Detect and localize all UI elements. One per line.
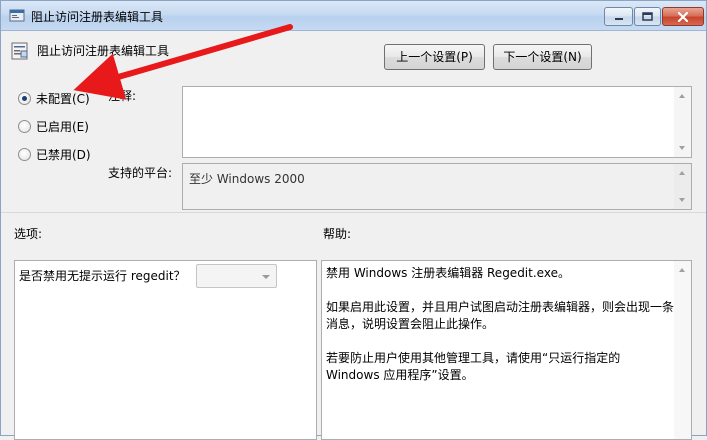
radio-label-not-configured: 未配置(C): [36, 91, 90, 106]
radio-disabled[interactable]: 已禁用(D): [18, 146, 91, 162]
help-label: 帮助:: [323, 227, 352, 241]
next-setting-button[interactable]: 下一个设置(N): [493, 44, 592, 70]
previous-setting-button[interactable]: 上一个设置(P): [384, 44, 485, 70]
radio-enabled[interactable]: 已启用(E): [18, 118, 89, 134]
scroll-up-icon[interactable]: [679, 94, 685, 98]
maximize-icon: [642, 12, 653, 21]
disable-silent-regedit-dropdown[interactable]: [196, 264, 277, 288]
divider: [1, 212, 706, 213]
platform-field: 至少 Windows 2000: [182, 163, 692, 210]
comment-textarea[interactable]: [182, 86, 692, 158]
help-panel: 禁用 Windows 注册表编辑器 Regedit.exe。 如果启用此设置，并…: [321, 260, 692, 440]
radio-button-checked[interactable]: [18, 91, 31, 105]
policy-app-icon: [9, 9, 25, 22]
policy-window: 阻止访问注册表编辑工具 阻止访问注册表编辑工具 上一个设置(P) 下一个设置(N…: [0, 0, 707, 440]
policy-setting-icon: [11, 42, 28, 60]
radio-not-configured[interactable]: 未配置(C): [18, 90, 90, 106]
title-bar[interactable]: 阻止访问注册表编辑工具: [1, 1, 706, 31]
scroll-down-icon[interactable]: [679, 198, 685, 202]
minimize-button[interactable]: [604, 7, 633, 26]
help-text: 禁用 Windows 注册表编辑器 Regedit.exe。 如果启用此设置，并…: [326, 265, 676, 401]
policy-heading: 阻止访问注册表编辑工具: [37, 44, 170, 58]
platform-value: 至少 Windows 2000: [189, 172, 305, 186]
radio-label-disabled: 已禁用(D): [36, 147, 91, 162]
comment-label: 注释:: [108, 89, 137, 103]
help-scrollbar[interactable]: [674, 261, 691, 439]
scroll-down-icon[interactable]: [679, 146, 685, 150]
options-label: 选项:: [14, 227, 43, 241]
close-icon: [677, 11, 689, 22]
chevron-down-icon: [262, 275, 270, 279]
help-paragraph: 禁用 Windows 注册表编辑器 Regedit.exe。: [326, 266, 570, 280]
comment-scrollbar[interactable]: [674, 87, 691, 157]
scroll-up-icon[interactable]: [679, 171, 685, 175]
radio-label-enabled: 已启用(E): [36, 119, 89, 134]
help-paragraph: 如果启用此设置，并且用户试图启动注册表编辑器，则会出现一条 消息，说明设置会阻止…: [326, 300, 675, 331]
minimize-icon: [614, 17, 623, 20]
platform-scrollbar[interactable]: [674, 164, 691, 209]
help-paragraph: 若要防止用户使用其他管理工具，请使用“只运行指定的 Windows 应用程序”设…: [326, 351, 621, 382]
disable-silent-regedit-question: 是否禁用无提示运行 regedit？: [19, 269, 186, 283]
radio-button[interactable]: [18, 147, 31, 161]
window-title: 阻止访问注册表编辑工具: [31, 10, 164, 24]
close-button[interactable]: [662, 7, 704, 26]
scroll-up-icon[interactable]: [679, 268, 685, 272]
platform-label: 支持的平台:: [108, 166, 173, 180]
maximize-button[interactable]: [634, 7, 661, 26]
radio-button[interactable]: [18, 119, 31, 133]
